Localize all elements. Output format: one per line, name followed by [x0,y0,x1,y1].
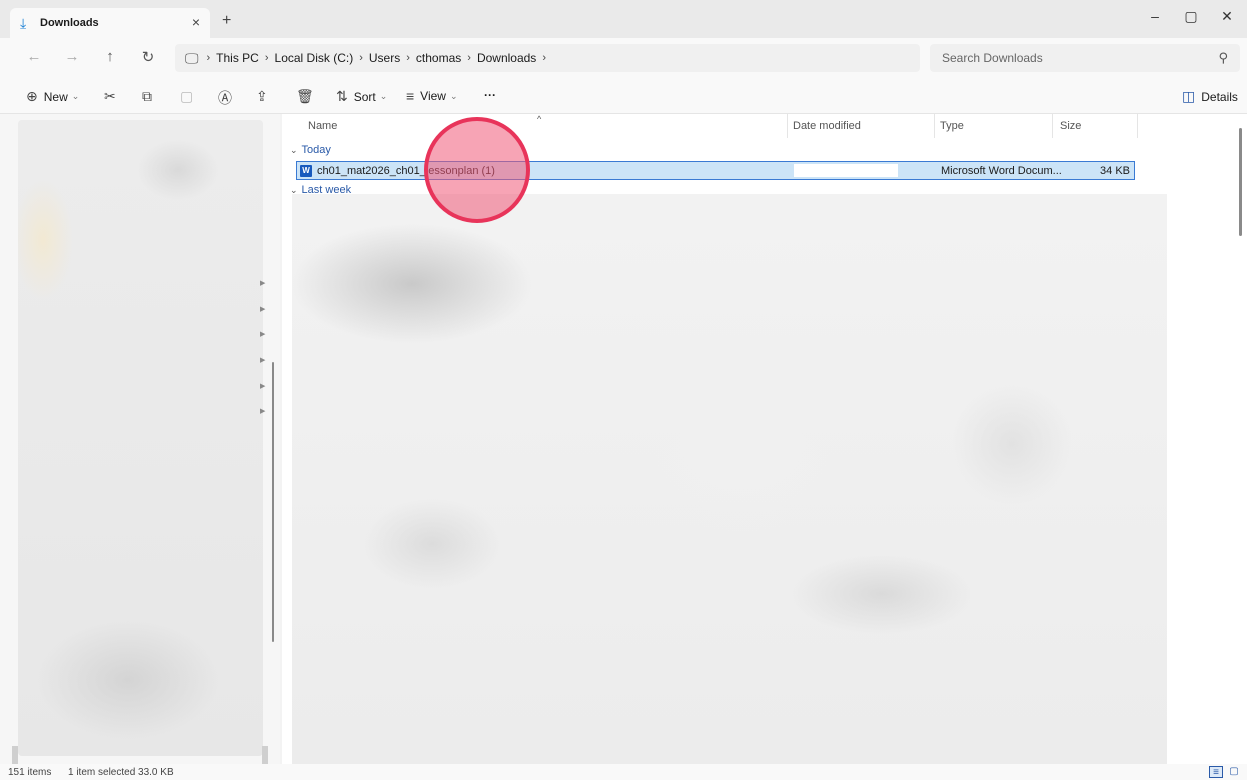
share-button[interactable]: ⇪ [256,88,274,105]
column-type[interactable]: Type [940,120,964,132]
close-window-button[interactable]: ✕ [1212,8,1242,25]
view-list-icon: ≡ [406,88,415,104]
breadcrumb-users[interactable]: Users [369,51,400,65]
search-icon[interactable]: ⚲ [1218,50,1228,66]
column-divider[interactable] [787,114,788,138]
expand-arrow-icon[interactable]: ▶ [260,356,265,364]
title-bar: ⤓ Downloads × + – ▢ ✕ [0,0,1247,38]
details-pane-icon: ◫ [1182,88,1196,104]
expand-arrow-icon[interactable]: ▶ [260,330,265,338]
sort-indicator-icon: ^ [537,114,542,124]
address-bar[interactable]: 🖵 › This PC › Local Disk (C:) › Users › … [175,44,920,72]
pc-icon: 🖵 [185,49,199,66]
breadcrumb-separator: › [206,52,211,64]
details-label: Details [1201,89,1238,104]
file-list: Name ^ Date modified Type Size ⌄ Today W… [282,114,1247,764]
file-list-scrollbar[interactable] [1239,128,1242,236]
share-icon: ⇪ [256,88,268,104]
refresh-button[interactable]: ↻ [136,48,160,66]
column-header: Name ^ Date modified Type Size [282,114,1142,138]
sort-icon: ⇅ [336,88,348,104]
new-label: New [43,89,68,104]
group-label: Today [301,144,331,156]
breadcrumb-downloads[interactable]: Downloads [477,51,536,65]
item-count: 151 items [8,767,52,778]
copy-button[interactable]: ⧉ [142,88,158,105]
file-row-selected[interactable]: W ch01_mat2026_ch01_lessonplan (1) Micro… [296,161,1135,180]
breadcrumb-cthomas[interactable]: cthomas [416,51,461,65]
word-document-icon: W [300,164,312,177]
delete-button[interactable]: 🗑 [296,88,320,105]
tiles-view-icon[interactable]: ▢ [1227,766,1241,778]
breadcrumb-separator: › [406,52,410,64]
new-button[interactable]: ⊕ New ⌄ [26,88,79,105]
click-highlight-marker [424,117,530,223]
status-bar: 151 items 1 item selected 33.0 KB ≡ ▢ [0,764,1247,780]
details-view-icon[interactable]: ≡ [1209,766,1223,778]
group-today[interactable]: ⌄ Today [290,144,331,156]
view-label: View [420,89,446,103]
expand-arrow-icon[interactable]: ▶ [260,382,265,390]
expand-arrow-icon[interactable]: ▶ [260,305,265,313]
column-name[interactable]: Name [308,120,337,132]
sidebar-scrollbar[interactable] [272,362,274,642]
breadcrumb-this-pc[interactable]: This PC [216,51,259,65]
sort-label: Sort [353,89,376,104]
file-type: Microsoft Word Docum... [941,164,1062,177]
column-divider[interactable] [1052,114,1053,138]
rename-button[interactable]: Ⓐ [218,88,238,108]
chevron-down-icon: ⌄ [290,144,298,155]
chevron-down-icon: ⌄ [71,91,80,101]
chevron-down-icon: ⌄ [449,90,458,101]
forward-button[interactable]: → [60,48,84,65]
date-modified-redacted [794,164,898,177]
column-size[interactable]: Size [1060,120,1081,132]
view-button[interactable]: ≡ View ⌄ [406,88,458,104]
tab-title: Downloads [40,17,99,29]
breadcrumb-local-disk[interactable]: Local Disk (C:) [275,51,354,65]
copy-icon: ⧉ [142,88,152,104]
paste-icon: ▢ [180,88,194,104]
chevron-down-icon: ⌄ [379,91,388,101]
up-button[interactable]: ↑ [98,48,122,65]
back-button[interactable]: ← [22,48,46,65]
search-placeholder: Search Downloads [942,51,1043,65]
search-input[interactable]: Search Downloads ⚲ [930,44,1240,72]
restore-button[interactable]: ▢ [1176,8,1206,25]
trash-icon: 🗑 [296,88,314,104]
sort-button[interactable]: ⇅ Sort ⌄ [336,88,387,105]
column-date-modified[interactable]: Date modified [793,120,861,132]
navigation-pane: ▶ ▶ ▶ ▶ ▶ ▶ [0,114,280,768]
minimize-button[interactable]: – [1140,8,1170,24]
new-tab-button[interactable]: + [222,12,231,30]
navigation-tree-blurred [18,120,263,756]
breadcrumb-separator: › [264,52,269,64]
plus-circle-icon: ⊕ [26,88,38,104]
command-bar: ⊕ New ⌄ ✂ ⧉ ▢ Ⓐ ⇪ 🗑 ⇅ Sort ⌄ ≡ View ⌄ ··… [0,80,1247,114]
download-icon: ⤓ [20,14,27,31]
paste-button[interactable]: ▢ [180,88,199,105]
breadcrumb-separator: › [467,52,471,64]
expand-arrow-icon[interactable]: ▶ [260,407,265,415]
column-divider[interactable] [934,114,935,138]
selection-info: 1 item selected 33.0 KB [68,767,174,778]
breadcrumb-separator: › [359,52,363,64]
expand-arrow-icon[interactable]: ▶ [260,279,265,287]
file-list-blurred [292,194,1167,764]
address-row: ← → ↑ ↻ 🖵 › This PC › Local Disk (C:) › … [0,38,1247,80]
rename-icon: Ⓐ [218,90,232,106]
details-button[interactable]: ◫ Details [1182,88,1238,105]
tab-downloads[interactable]: ⤓ Downloads × [10,8,210,38]
tab-close-button[interactable]: × [192,14,200,30]
scissors-icon: ✂ [104,88,116,104]
column-divider[interactable] [1137,114,1138,138]
cut-button[interactable]: ✂ [104,88,122,105]
file-size: 34 KB [1100,164,1130,177]
breadcrumb-separator[interactable]: › [542,52,546,64]
more-options-button[interactable]: ··· [484,88,496,102]
